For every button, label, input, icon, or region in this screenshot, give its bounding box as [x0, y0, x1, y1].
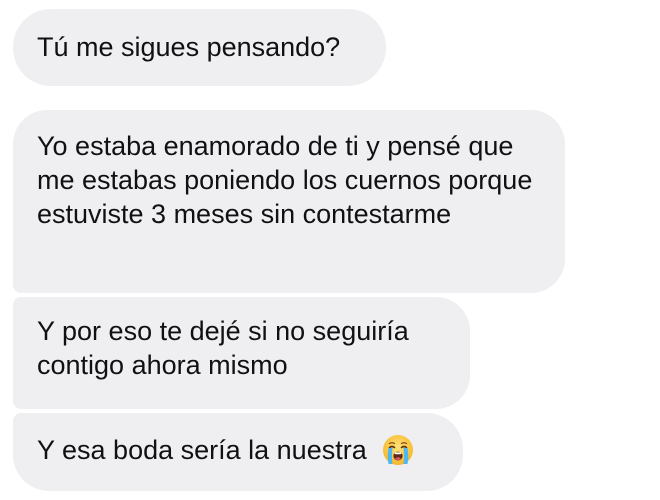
message-text: Yo estaba enamorado de ti y pensé que me… — [37, 131, 533, 229]
message-text: Y esa boda sería la nuestra — [37, 435, 367, 465]
message-bubble[interactable]: Y esa boda sería la nuestra — [13, 413, 463, 491]
message-text: Tú me sigues pensando? — [37, 32, 341, 62]
message-text: Y por eso te dejé si no seguiría contigo… — [37, 316, 409, 380]
chat-thread: Tú me sigues pensando? Yo estaba enamora… — [0, 0, 660, 500]
message-bubble[interactable]: Yo estaba enamorado de ti y pensé que me… — [13, 110, 565, 293]
message-bubble[interactable]: Tú me sigues pensando? — [13, 9, 386, 86]
message-bubble[interactable]: Y por eso te dejé si no seguiría contigo… — [13, 297, 470, 409]
loudly-crying-face-icon — [383, 435, 414, 465]
